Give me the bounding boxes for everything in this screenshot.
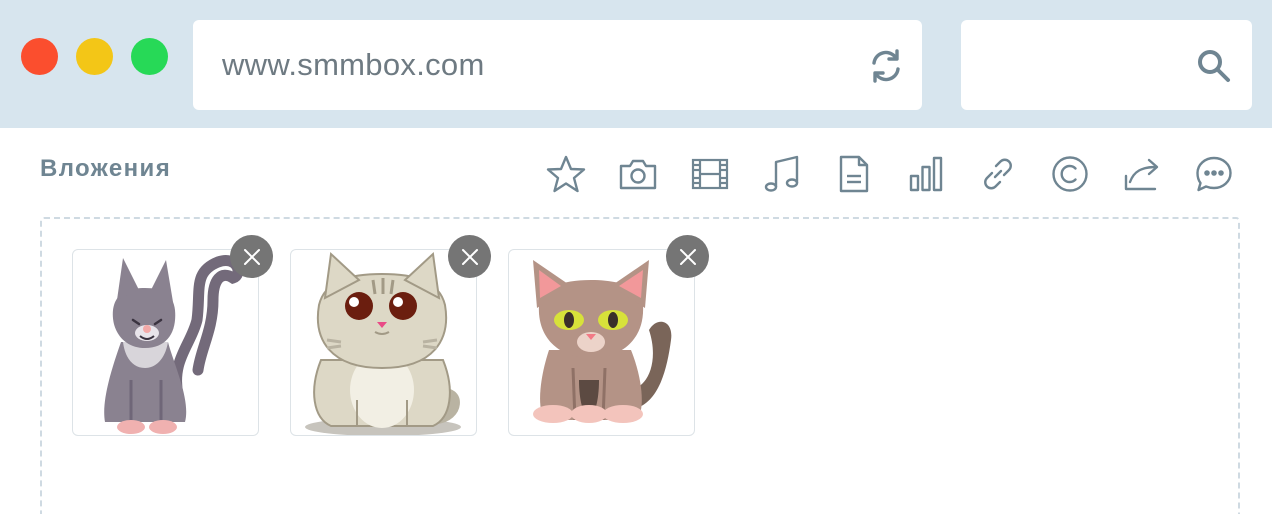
film-icon[interactable] [688, 152, 732, 196]
address-bar[interactable]: www.smmbox.com [193, 20, 922, 110]
star-icon[interactable] [544, 152, 588, 196]
window-maximize-button[interactable] [131, 38, 168, 75]
link-icon[interactable] [976, 152, 1020, 196]
document-icon[interactable] [832, 152, 876, 196]
close-icon [679, 248, 696, 265]
bar-chart-icon[interactable] [904, 152, 948, 196]
attachment-toolbar [540, 152, 1252, 196]
attachment-thumbnail[interactable] [508, 249, 695, 436]
remove-attachment-button[interactable] [230, 235, 273, 278]
url-text: www.smmbox.com [222, 47, 485, 82]
close-icon [243, 248, 260, 265]
chat-bubble-icon[interactable] [1192, 152, 1236, 196]
attachment-thumbnail[interactable] [72, 249, 259, 436]
refresh-icon[interactable] [868, 48, 904, 84]
brown-kitten-image [533, 260, 672, 423]
copyright-icon[interactable] [1048, 152, 1092, 196]
attachments-title: Вложения [40, 155, 172, 182]
window-minimize-button[interactable] [76, 38, 113, 75]
music-note-icon[interactable] [760, 152, 804, 196]
window-close-button[interactable] [21, 38, 58, 75]
search-icon[interactable] [1196, 48, 1232, 84]
remove-attachment-button[interactable] [448, 235, 491, 278]
share-icon[interactable] [1120, 152, 1164, 196]
attachment-thumbnail[interactable] [290, 249, 477, 436]
browser-chrome: www.smmbox.com [0, 0, 1272, 128]
beige-cat-image [305, 251, 461, 435]
remove-attachment-button[interactable] [666, 235, 709, 278]
camera-icon[interactable] [616, 152, 660, 196]
close-icon [461, 248, 478, 265]
grey-cat-image [104, 255, 244, 434]
search-field[interactable] [961, 20, 1252, 110]
